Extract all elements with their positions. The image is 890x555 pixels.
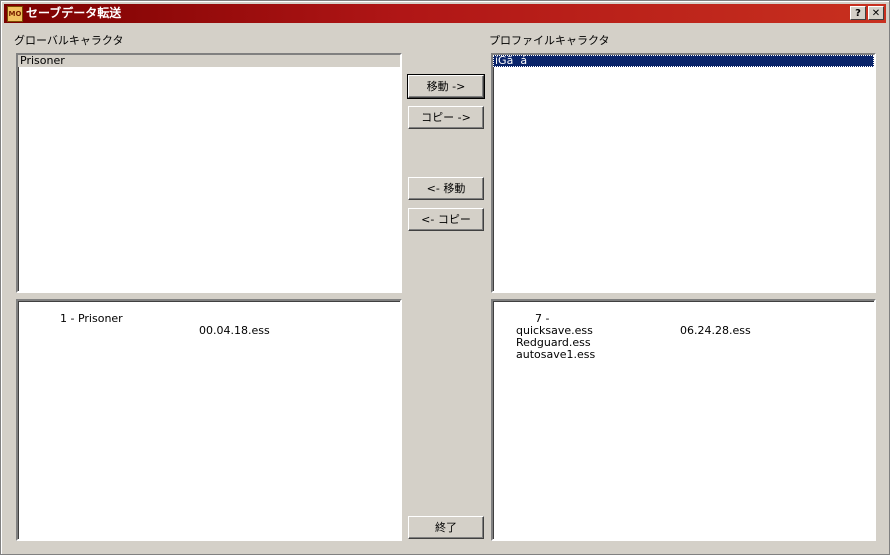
app-icon: MO — [7, 6, 23, 22]
global-save-list[interactable]: 1 - Prisoner 00.04.18.ess — [16, 299, 402, 541]
profile-save-list[interactable]: 7 - 06.24.28.ess quicksave.ess Redguard.… — [491, 299, 876, 541]
table-row[interactable]: autosave1.ess — [493, 337, 874, 361]
close-button[interactable]: 終了 — [408, 516, 484, 539]
copy-right-button[interactable]: コピー -> — [408, 106, 484, 129]
table-row[interactable]: 7 - 06.24.28.ess — [493, 301, 874, 337]
table-row[interactable]: Redguard.ess — [493, 325, 874, 349]
global-characters-label: グローバルキャラクタ — [14, 34, 124, 47]
move-left-button[interactable]: <- 移動 — [408, 177, 484, 200]
profile-character-list[interactable]: íGã á — [491, 53, 876, 293]
profile-characters-label: プロファイルキャラクタ — [489, 34, 610, 47]
save-name: 1 - Prisoner — [60, 312, 123, 325]
table-row[interactable]: 1 - Prisoner 00.04.18.ess — [18, 301, 400, 337]
copy-left-button[interactable]: <- コピー — [408, 208, 484, 231]
title-bar: MO セーブデータ転送 ? ✕ — [4, 4, 886, 23]
move-right-button[interactable]: 移動 -> — [407, 74, 485, 99]
window-title: セーブデータ転送 — [26, 6, 122, 20]
save-transfer-dialog: MO セーブデータ転送 ? ✕ グローバルキャラクタ プロファイルキャラクタ P… — [0, 0, 890, 555]
save-file: 00.04.18.ess — [199, 324, 270, 337]
table-row[interactable]: quicksave.ess — [493, 313, 874, 337]
save-name: autosave1.ess — [515, 348, 596, 361]
help-button[interactable]: ? — [850, 6, 866, 20]
list-item[interactable]: Prisoner — [18, 55, 400, 67]
close-window-button[interactable]: ✕ — [868, 6, 884, 20]
list-item[interactable]: íGã á — [493, 55, 874, 67]
global-character-list[interactable]: Prisoner — [16, 53, 402, 293]
